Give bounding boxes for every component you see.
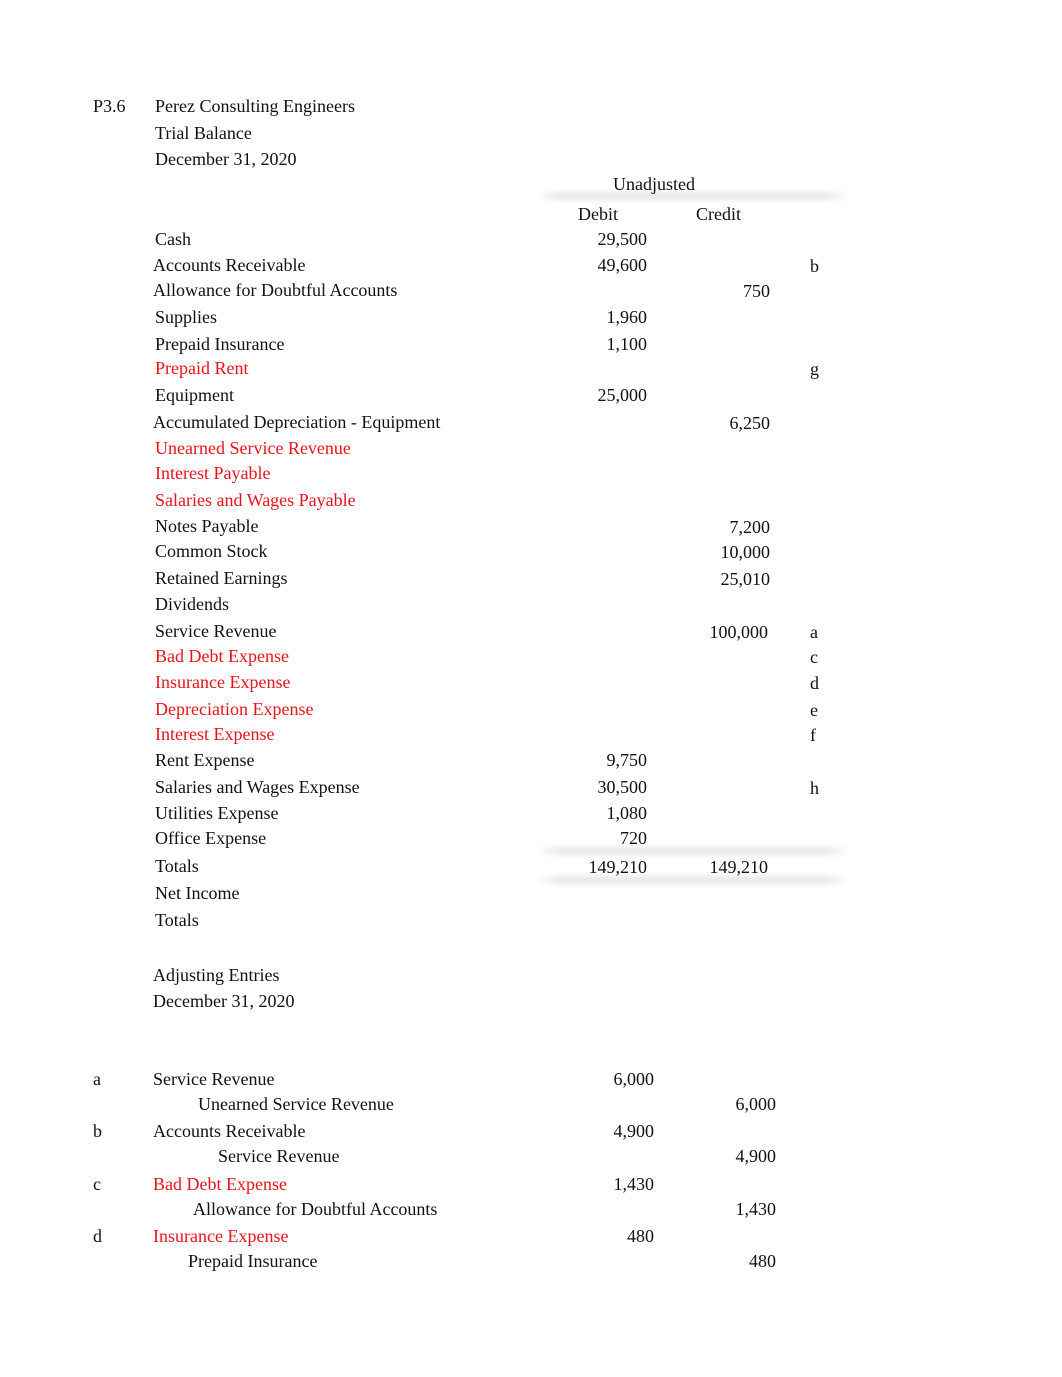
account-name: Retained Earnings — [155, 568, 288, 588]
debit-amount: 1,960 — [606, 307, 648, 327]
account-name: Allowance for Doubtful Accounts — [153, 280, 398, 300]
account-name: Salaries and Wages Payable — [155, 490, 356, 510]
debit-amount: 1,100 — [606, 334, 648, 354]
account-name: Rent Expense — [155, 750, 255, 770]
entry-debit-account: Bad Debt Expense — [153, 1174, 287, 1194]
final-totals-label: Totals — [155, 910, 199, 930]
problem-id: P3.6 — [93, 96, 126, 116]
account-name: Prepaid Insurance — [155, 334, 285, 354]
adjustment-ref: g — [810, 359, 819, 379]
entry-credit-amount: 4,900 — [735, 1146, 777, 1166]
account-name: Salaries and Wages Expense — [155, 777, 360, 797]
adjustment-ref: b — [810, 256, 819, 276]
entry-debit-amount: 4,900 — [613, 1121, 655, 1141]
adjusting-entries-title: Adjusting Entries — [153, 965, 280, 985]
debit-amount: 9,750 — [606, 750, 648, 770]
account-name: Notes Payable — [155, 516, 259, 536]
credit-amount: 7,200 — [729, 517, 771, 537]
account-name: Utilities Expense — [155, 803, 279, 823]
debit-header: Debit — [578, 204, 618, 224]
account-name: Prepaid Rent — [155, 358, 249, 378]
entry-debit-amount: 6,000 — [613, 1069, 655, 1089]
account-name: Office Expense — [155, 828, 267, 848]
credit-amount: 10,000 — [720, 542, 771, 562]
debit-amount: 25,000 — [597, 385, 648, 405]
account-name: Bad Debt Expense — [155, 646, 289, 666]
statement-title: Trial Balance — [155, 123, 252, 143]
debit-amount: 30,500 — [597, 777, 648, 797]
adjustment-ref: e — [810, 700, 818, 720]
entry-debit-amount: 480 — [627, 1226, 654, 1246]
totals-credit: 149,210 — [709, 857, 769, 877]
entry-debit-account: Insurance Expense — [153, 1226, 289, 1246]
credit-header: Credit — [696, 204, 741, 224]
entry-credit-amount: 6,000 — [735, 1094, 777, 1114]
debit-amount: 1,080 — [606, 803, 648, 823]
adjustment-ref: h — [810, 778, 819, 798]
entry-letter: d — [93, 1226, 102, 1246]
adjustment-ref: a — [810, 622, 818, 642]
net-income-label: Net Income — [155, 883, 240, 903]
account-name: Depreciation Expense — [155, 699, 314, 719]
account-name: Unearned Service Revenue — [155, 438, 351, 458]
account-name: Interest Expense — [155, 724, 275, 744]
entry-credit-account: Service Revenue — [218, 1146, 340, 1166]
account-name: Insurance Expense — [155, 672, 291, 692]
credit-amount: 100,000 — [709, 622, 769, 642]
account-name: Common Stock — [155, 541, 268, 561]
account-name: Interest Payable — [155, 463, 271, 483]
entry-debit-amount: 1,430 — [613, 1174, 655, 1194]
entry-credit-account: Prepaid Insurance — [188, 1251, 318, 1271]
totals-top-rule — [535, 847, 850, 855]
entry-letter: a — [93, 1069, 101, 1089]
entry-debit-account: Service Revenue — [153, 1069, 275, 1089]
account-name: Supplies — [155, 307, 218, 327]
credit-amount: 750 — [743, 281, 770, 301]
adjusting-entries-date: December 31, 2020 — [153, 991, 295, 1011]
account-name: Service Revenue — [155, 621, 277, 641]
company-name: Perez Consulting Engineers — [155, 96, 355, 116]
account-name: Dividends — [155, 594, 229, 614]
account-name: Equipment — [155, 385, 234, 405]
totals-label: Totals — [155, 856, 199, 876]
entry-debit-account: Accounts Receivable — [153, 1121, 306, 1141]
adjustment-ref: c — [810, 647, 818, 667]
credit-amount: 6,250 — [729, 413, 771, 433]
totals-debit: 149,210 — [588, 857, 648, 877]
entry-letter: c — [93, 1174, 101, 1194]
adjustment-ref: d — [810, 673, 819, 693]
entry-credit-account: Allowance for Doubtful Accounts — [193, 1199, 438, 1219]
account-name: Accounts Receivable — [153, 255, 306, 275]
adjustment-ref: f — [810, 725, 816, 745]
totals-bottom-rule — [535, 876, 850, 884]
debit-amount: 720 — [620, 828, 647, 848]
entry-letter: b — [93, 1121, 102, 1141]
debit-amount: 29,500 — [597, 229, 648, 249]
entry-credit-amount: 1,430 — [735, 1199, 777, 1219]
header-rule — [535, 192, 850, 200]
debit-amount: 49,600 — [597, 255, 648, 275]
statement-date: December 31, 2020 — [155, 149, 297, 169]
account-name: Cash — [155, 229, 191, 249]
entry-credit-account: Unearned Service Revenue — [198, 1094, 394, 1114]
credit-amount: 25,010 — [720, 569, 771, 589]
entry-credit-amount: 480 — [749, 1251, 776, 1271]
account-name: Accumulated Depreciation - Equipment — [153, 412, 441, 432]
